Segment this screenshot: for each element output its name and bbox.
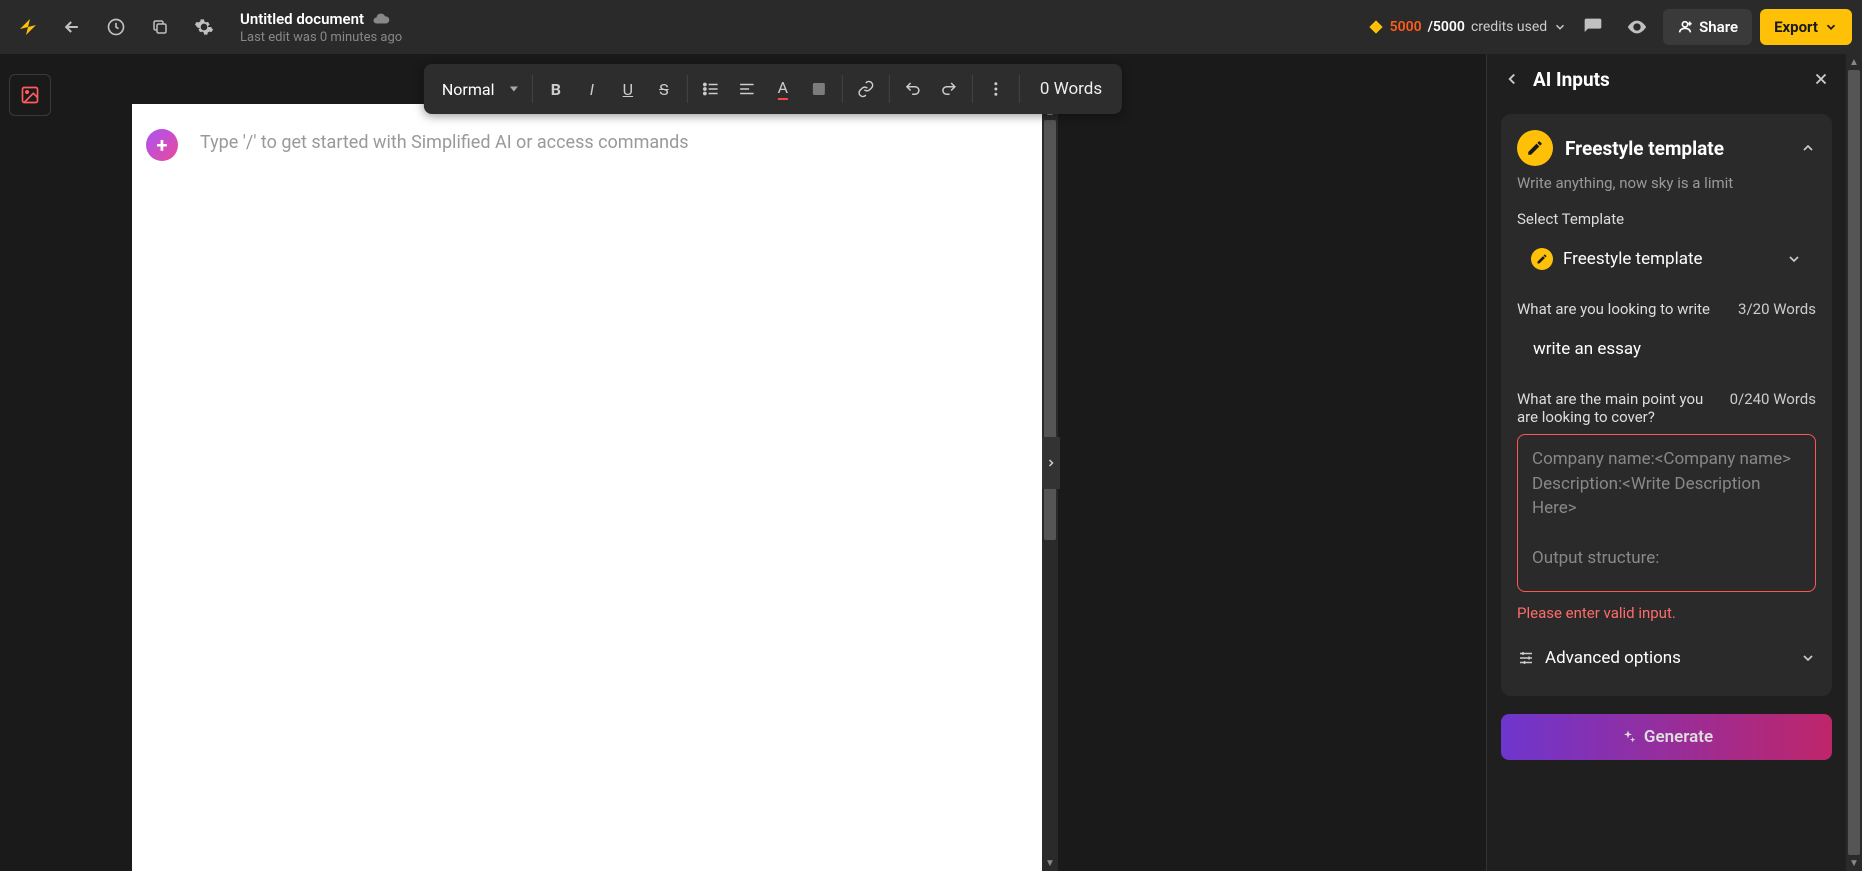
- prompt-label: What are you looking to write: [1517, 300, 1710, 318]
- close-icon: [1812, 70, 1830, 88]
- chevron-down-icon: [1553, 20, 1567, 34]
- more-button[interactable]: [979, 71, 1013, 107]
- panel-collapse-handle[interactable]: [1042, 437, 1060, 489]
- diamond-icon: [1368, 19, 1384, 35]
- redo-icon: [940, 80, 958, 98]
- prompt-word-count: 3/20 Words: [1738, 300, 1816, 318]
- panel-title: AI Inputs: [1533, 68, 1800, 91]
- bullet-list-button[interactable]: [694, 71, 728, 107]
- image-icon: [20, 85, 40, 105]
- more-vertical-icon: [987, 80, 1005, 98]
- link-button[interactable]: [849, 71, 883, 107]
- template-card-title: Freestyle template: [1565, 137, 1788, 160]
- template-select[interactable]: Freestyle template: [1517, 236, 1816, 282]
- app-logo-icon: [10, 9, 46, 45]
- bold-button[interactable]: B: [539, 71, 573, 107]
- main-area: Normal B I U S A: [0, 54, 1862, 871]
- word-count: 0 Words: [1026, 79, 1116, 99]
- generate-label: Generate: [1644, 727, 1713, 747]
- ai-inputs-panel: AI Inputs Freestyle template Write anyth…: [1486, 54, 1846, 871]
- editor-placeholder: Type '/' to get started with Simplified …: [200, 132, 689, 153]
- panel-close-button[interactable]: [1812, 70, 1830, 88]
- italic-button[interactable]: I: [575, 71, 609, 107]
- points-word-count: 0/240 Words: [1730, 390, 1816, 408]
- panel-back-button[interactable]: [1503, 70, 1521, 88]
- share-label: Share: [1699, 18, 1738, 36]
- export-label: Export: [1774, 18, 1818, 36]
- points-label-row: What are the main point you are looking …: [1517, 390, 1816, 426]
- points-textarea[interactable]: [1517, 434, 1816, 592]
- template-card-subtitle: Write anything, now sky is a limit: [1517, 174, 1816, 192]
- card-collapse-button[interactable]: [1800, 140, 1816, 156]
- chevron-left-icon: [1503, 70, 1521, 88]
- image-tool-button[interactable]: [9, 74, 51, 116]
- sparkle-icon: [1620, 729, 1636, 745]
- highlight-button[interactable]: [802, 71, 836, 107]
- prompt-label-row: What are you looking to write 3/20 Words: [1517, 300, 1816, 318]
- underline-button[interactable]: U: [611, 71, 645, 107]
- points-label: What are the main point you are looking …: [1517, 390, 1720, 426]
- redo-button[interactable]: [932, 71, 966, 107]
- scroll-up-icon[interactable]: ▲: [1846, 54, 1862, 70]
- left-rail: [0, 54, 60, 871]
- chevron-down-icon: [1800, 650, 1816, 666]
- export-button[interactable]: Export: [1760, 9, 1852, 45]
- credits-max: /5000: [1428, 19, 1465, 35]
- document-subtitle: Last edit was 0 minutes ago: [240, 30, 402, 45]
- share-button[interactable]: Share: [1663, 9, 1752, 45]
- copy-button[interactable]: [142, 9, 178, 45]
- document-title[interactable]: Untitled document: [240, 10, 364, 28]
- align-left-icon: [738, 80, 756, 98]
- sliders-icon: [1517, 649, 1535, 667]
- chevron-up-icon: [1800, 140, 1816, 156]
- pencil-icon: [1517, 130, 1553, 166]
- template-card: Freestyle template Write anything, now s…: [1501, 114, 1832, 696]
- back-button[interactable]: [54, 9, 90, 45]
- advanced-options-toggle[interactable]: Advanced options: [1517, 636, 1816, 680]
- cloud-saved-icon: [372, 10, 390, 28]
- undo-button[interactable]: [896, 71, 930, 107]
- panel-header: AI Inputs: [1487, 54, 1846, 104]
- scroll-down-icon[interactable]: ▼: [1846, 855, 1862, 871]
- pencil-icon: [1531, 248, 1553, 270]
- settings-button[interactable]: [186, 9, 222, 45]
- add-user-icon: [1677, 19, 1693, 35]
- generate-button[interactable]: Generate: [1501, 714, 1832, 760]
- select-template-label: Select Template: [1517, 210, 1816, 228]
- chevron-down-icon: [1824, 20, 1838, 34]
- editor-area: Normal B I U S A: [60, 54, 1486, 871]
- highlight-icon: [810, 80, 828, 98]
- chevron-right-icon: [1045, 457, 1057, 469]
- text-style-select[interactable]: Normal: [430, 71, 526, 107]
- credits-indicator[interactable]: 5000/5000 credits used: [1368, 19, 1568, 35]
- link-icon: [857, 80, 875, 98]
- prompt-input[interactable]: [1517, 326, 1816, 372]
- strikethrough-button[interactable]: S: [647, 71, 681, 107]
- text-color-button[interactable]: A: [766, 71, 800, 107]
- credits-current: 5000: [1390, 19, 1422, 35]
- editor-toolbar: Normal B I U S A: [424, 64, 1122, 114]
- history-button[interactable]: [98, 9, 134, 45]
- scroll-down-icon[interactable]: ▼: [1042, 855, 1058, 871]
- add-block-button[interactable]: +: [146, 129, 178, 161]
- list-icon: [702, 80, 720, 98]
- comments-button[interactable]: [1575, 9, 1611, 45]
- panel-body: Freestyle template Write anything, now s…: [1487, 104, 1846, 871]
- align-button[interactable]: [730, 71, 764, 107]
- credits-label: credits used: [1471, 19, 1547, 35]
- preview-button[interactable]: [1619, 9, 1655, 45]
- advanced-label: Advanced options: [1545, 648, 1790, 668]
- chevron-down-icon: [1786, 251, 1802, 267]
- app-header: Untitled document Last edit was 0 minute…: [0, 0, 1862, 54]
- undo-icon: [904, 80, 922, 98]
- window-scrollbar[interactable]: ▲ ▼: [1846, 54, 1862, 871]
- template-select-value: Freestyle template: [1563, 249, 1776, 269]
- document-info: Untitled document Last edit was 0 minute…: [240, 10, 402, 45]
- document-canvas[interactable]: [132, 104, 1042, 871]
- error-message: Please enter valid input.: [1517, 604, 1816, 622]
